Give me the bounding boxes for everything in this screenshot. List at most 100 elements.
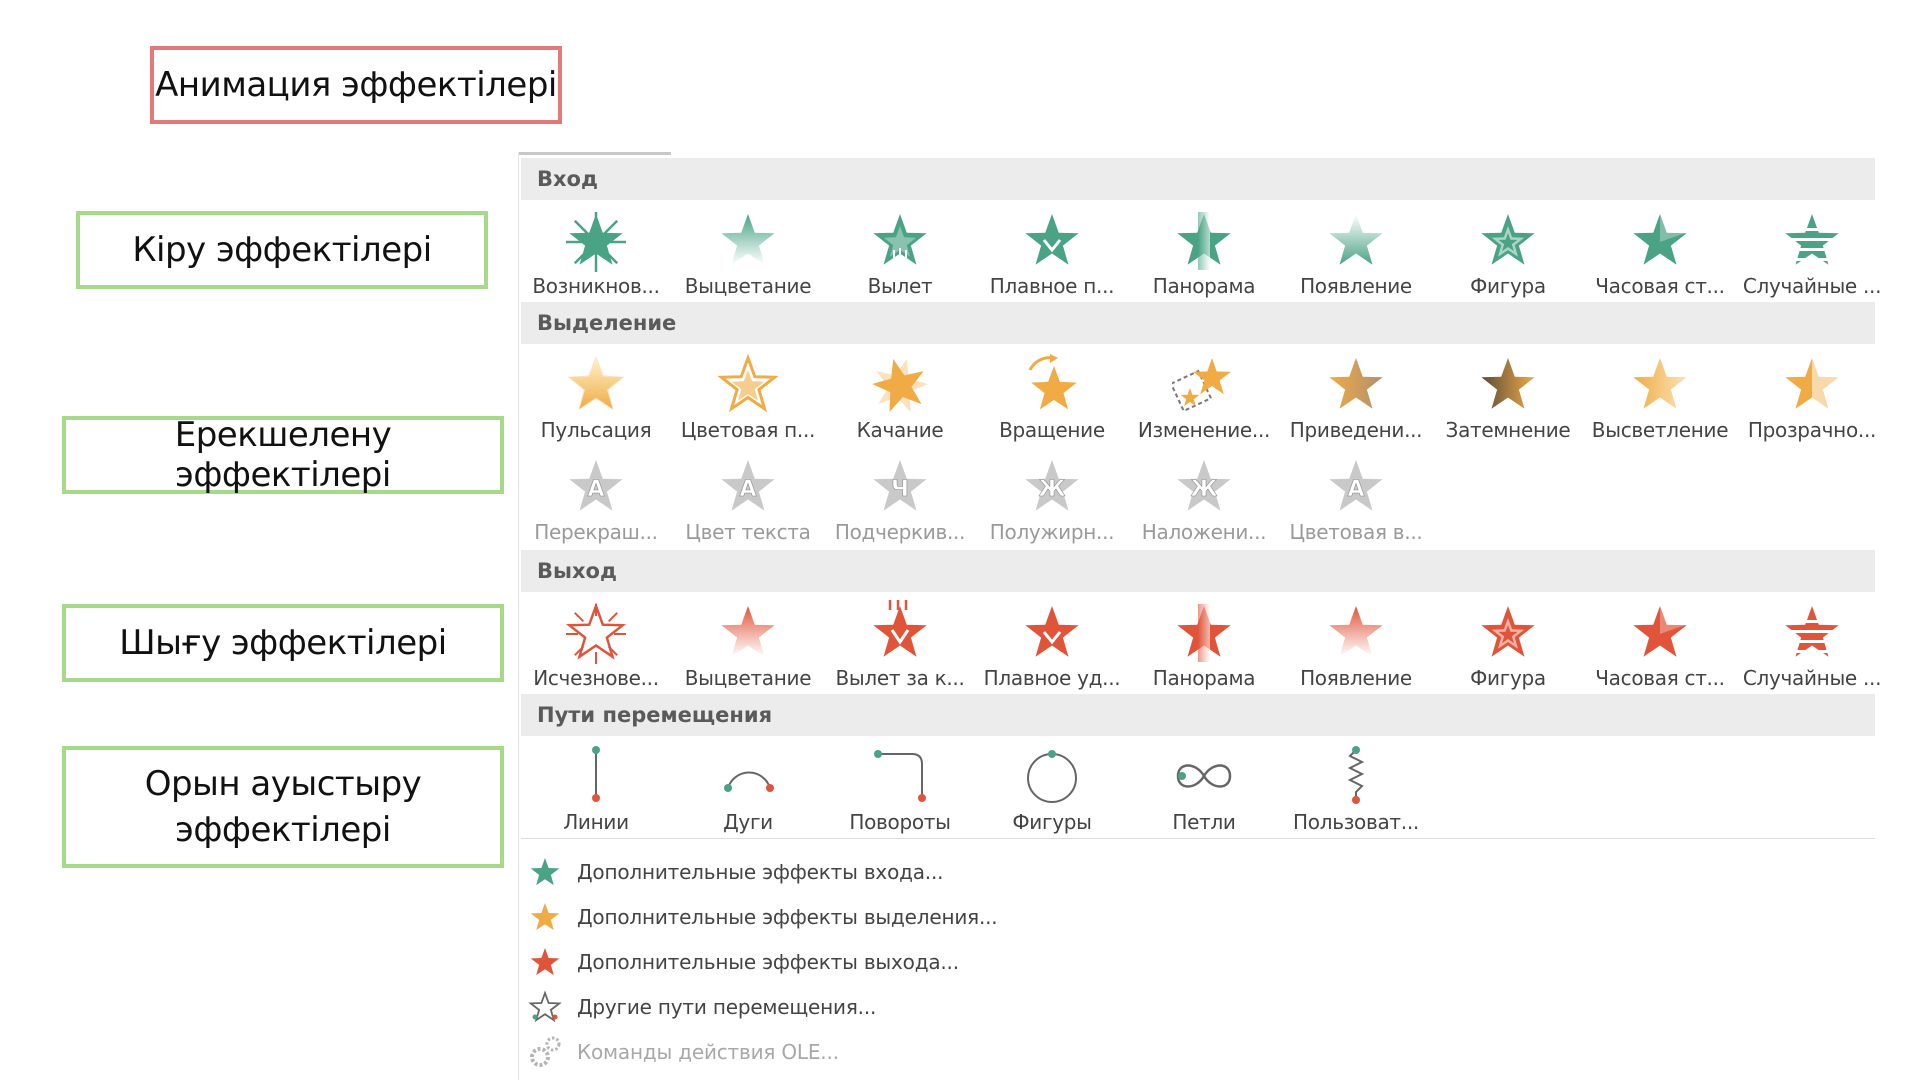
entry-effects-label: Кіру эффектілері bbox=[76, 211, 488, 289]
svg-text:Ж: Ж bbox=[1191, 477, 1218, 502]
text-effect-star-icon: A bbox=[1324, 454, 1388, 518]
exit-effect-tile[interactable]: Часовая ст... bbox=[1585, 594, 1735, 690]
star-fade-out-icon bbox=[716, 600, 780, 664]
exit-effect-tile[interactable]: Вылет за к... bbox=[825, 594, 975, 690]
emph-effect-tile[interactable]: Высветление bbox=[1585, 346, 1735, 442]
more-effects-command[interactable]: Другие пути перемещения... bbox=[527, 987, 876, 1027]
exit-effect-tile[interactable]: Панорама bbox=[1129, 594, 1279, 690]
effect-label: Дуги bbox=[723, 810, 773, 834]
effect-label: Возникнов... bbox=[532, 274, 660, 298]
star-wipe-icon bbox=[1324, 208, 1388, 272]
green-star-icon bbox=[527, 854, 563, 890]
star-color-pulse-icon bbox=[716, 352, 780, 416]
emph-text-effect-tile: A Перекраш... bbox=[521, 448, 671, 544]
star-desaturate-icon bbox=[1324, 352, 1388, 416]
effect-label: Цветовая в... bbox=[1289, 520, 1423, 544]
exit-effect-tile[interactable]: Появление bbox=[1281, 594, 1431, 690]
path-custom-icon bbox=[1324, 744, 1388, 808]
exit-effects-label-text: Шығу эффектілері bbox=[119, 623, 447, 663]
effect-label: Петли bbox=[1172, 810, 1236, 834]
effect-label: Фигуры bbox=[1012, 810, 1092, 834]
emphasis-effects-label: Ерекшелену эффектілері bbox=[62, 415, 504, 495]
gallery-scroll-indicator bbox=[519, 152, 671, 155]
emph-effect-tile[interactable]: Затемнение bbox=[1433, 346, 1583, 442]
motion-effect-tile[interactable]: Пользоват... bbox=[1281, 738, 1431, 834]
more-effects-command[interactable]: Дополнительные эффекты входа... bbox=[527, 852, 943, 892]
exit-effects-label: Шығу эффектілері bbox=[62, 604, 504, 682]
section-header-entry: Вход bbox=[521, 158, 1875, 200]
emph-effect-tile[interactable]: Вращение bbox=[977, 346, 1127, 442]
star-fly-out-icon bbox=[868, 600, 932, 664]
effect-label: Часовая ст... bbox=[1595, 274, 1725, 298]
command-label: Дополнительные эффекты выхода... bbox=[577, 950, 959, 974]
effect-label: Панорама bbox=[1152, 666, 1256, 690]
text-effect-star-icon: Ж bbox=[1020, 454, 1084, 518]
effect-label: Вылет за к... bbox=[835, 666, 965, 690]
emph-effect-tile[interactable]: Прозрачно... bbox=[1737, 346, 1887, 442]
exit-effect-tile[interactable]: Выцветание bbox=[673, 594, 823, 690]
entry-effect-tile[interactable]: Возникнов... bbox=[521, 202, 671, 298]
motion-effect-tile[interactable]: Петли bbox=[1129, 738, 1279, 834]
entry-effects-label-text: Кіру эффектілері bbox=[132, 230, 432, 270]
star-float-in-icon bbox=[1020, 208, 1084, 272]
star-spin-icon bbox=[1020, 352, 1084, 416]
effect-label: Приведени... bbox=[1289, 418, 1423, 442]
exit-effect-tile[interactable]: Случайные ... bbox=[1737, 594, 1887, 690]
star-wheel-icon bbox=[1628, 208, 1692, 272]
gold-star-icon bbox=[527, 899, 563, 935]
star-darken-icon bbox=[1476, 352, 1540, 416]
section-header-emphasis: Выделение bbox=[521, 302, 1875, 344]
motion-effect-tile[interactable]: Линии bbox=[521, 738, 671, 834]
star-fly-in-icon bbox=[868, 208, 932, 272]
entry-effect-tile[interactable]: Часовая ст... bbox=[1585, 202, 1735, 298]
effect-label: Фигура bbox=[1470, 274, 1546, 298]
emph-effect-tile[interactable]: Пульсация bbox=[521, 346, 671, 442]
svg-text:A: A bbox=[1347, 477, 1364, 502]
entry-effect-tile[interactable]: Появление bbox=[1281, 202, 1431, 298]
effect-label: Появление bbox=[1300, 666, 1412, 690]
svg-text:A: A bbox=[739, 477, 756, 502]
more-effects-command[interactable]: Дополнительные эффекты выхода... bbox=[527, 942, 959, 982]
effect-label: Пользоват... bbox=[1293, 810, 1419, 834]
motion-effect-tile[interactable]: Повороты bbox=[825, 738, 975, 834]
entry-effect-tile[interactable]: Панорама bbox=[1129, 202, 1279, 298]
effect-label: Перекраш... bbox=[534, 520, 658, 544]
emph-text-effect-tile: Ч Подчеркив... bbox=[825, 448, 975, 544]
effect-label: Повороты bbox=[849, 810, 951, 834]
effect-label: Вылет bbox=[867, 274, 933, 298]
emph-effect-tile[interactable]: Цветовая п... bbox=[673, 346, 823, 442]
emph-text-effect-tile: Ж Полужирн... bbox=[977, 448, 1127, 544]
path-turn-icon bbox=[868, 744, 932, 808]
entry-effect-tile[interactable]: Вылет bbox=[825, 202, 975, 298]
emph-effect-tile[interactable]: Приведени... bbox=[1281, 346, 1431, 442]
entry-effect-tile[interactable]: Фигура bbox=[1433, 202, 1583, 298]
emph-text-effect-tile: Ж Наложени... bbox=[1129, 448, 1279, 544]
entry-effect-tile[interactable]: Плавное п... bbox=[977, 202, 1127, 298]
motion-effect-tile[interactable]: Дуги bbox=[673, 738, 823, 834]
more-effects-command[interactable]: Дополнительные эффекты выделения... bbox=[527, 897, 998, 937]
effect-label: Случайные ... bbox=[1742, 274, 1882, 298]
entry-effect-tile[interactable]: Случайные ... bbox=[1737, 202, 1887, 298]
text-effect-star-icon: Ж bbox=[1172, 454, 1236, 518]
path-circle-icon bbox=[1020, 744, 1084, 808]
effect-label: Наложени... bbox=[1141, 520, 1267, 544]
exit-effect-tile[interactable]: Фигура bbox=[1433, 594, 1583, 690]
svg-text:A: A bbox=[587, 477, 604, 502]
effect-label: Качание bbox=[856, 418, 944, 442]
effect-label: Выцветание bbox=[684, 274, 812, 298]
section-header-exit: Выход bbox=[521, 550, 1875, 592]
commands-separator bbox=[521, 838, 1875, 839]
emph-effect-tile[interactable]: Качание bbox=[825, 346, 975, 442]
entry-effect-tile[interactable]: Выцветание bbox=[673, 202, 823, 298]
star-wheel-out-icon bbox=[1628, 600, 1692, 664]
motion-effects-label: Орын ауыстыру эффектілері bbox=[62, 746, 504, 868]
star-split-icon bbox=[1172, 208, 1236, 272]
motion-effect-tile[interactable]: Фигуры bbox=[977, 738, 1127, 834]
emph-effect-tile[interactable]: Изменение... bbox=[1129, 346, 1279, 442]
outline-star-icon bbox=[527, 989, 563, 1025]
star-random-bars-out-icon bbox=[1780, 600, 1844, 664]
exit-effect-tile[interactable]: Исчезнове... bbox=[521, 594, 671, 690]
effect-label: Пульсация bbox=[540, 418, 652, 442]
section-header-motion: Пути перемещения bbox=[521, 694, 1875, 736]
exit-effect-tile[interactable]: Плавное уд... bbox=[977, 594, 1127, 690]
